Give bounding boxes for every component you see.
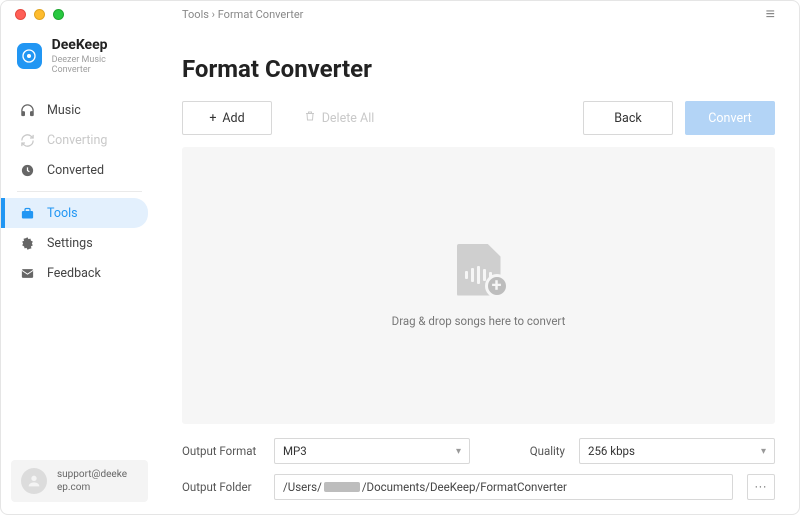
plus-icon: + [209, 111, 216, 126]
app-name: DeeKeep [52, 37, 142, 53]
back-button[interactable]: Back [583, 101, 673, 135]
drop-zone[interactable]: + Drag & drop songs here to convert [182, 147, 775, 424]
primary-nav: Music Converting Converted Tools Se [1, 89, 158, 294]
output-folder-label: Output Folder [182, 480, 260, 494]
output-settings: Output Format MP3 ▾ Quality 256 kbps ▾ O… [182, 438, 775, 500]
content: DeeKeep Deezer Music Converter Music Con… [1, 27, 799, 514]
gear-icon [19, 235, 35, 251]
support-email: support@deeke ep.com [57, 468, 127, 494]
envelope-icon [19, 265, 35, 281]
chevron-down-icon: ▾ [456, 446, 461, 457]
traffic-lights [15, 9, 64, 20]
add-button[interactable]: + Add [182, 101, 272, 135]
drop-zone-hint: Drag & drop songs here to convert [392, 314, 566, 328]
app-subtitle: Deezer Music Converter [52, 55, 142, 75]
logo: DeeKeep Deezer Music Converter [1, 37, 158, 89]
chevron-down-icon: ▾ [761, 446, 766, 457]
sidebar-item-settings[interactable]: Settings [1, 228, 158, 258]
user-icon [21, 468, 47, 494]
sidebar-item-label: Settings [47, 236, 93, 251]
sidebar-item-tools[interactable]: Tools [1, 198, 148, 228]
sidebar-item-converted[interactable]: Converted [1, 155, 158, 185]
support-tile[interactable]: support@deeke ep.com [11, 460, 148, 502]
refresh-icon [19, 132, 35, 148]
redacted-text [324, 482, 360, 492]
toolbar: + Add Delete All Back Convert [182, 101, 775, 135]
sidebar-item-label: Converting [47, 133, 107, 148]
output-folder-input[interactable]: /Users//Documents/DeeKeep/FormatConverte… [274, 474, 733, 500]
quality-label: Quality [521, 444, 565, 458]
main: Tools › Format Converter ≡ Format Conver… [158, 27, 799, 514]
breadcrumb: Tools › Format Converter [182, 8, 303, 21]
fullscreen-window-button[interactable] [53, 9, 64, 20]
browse-folder-button[interactable]: ··· [747, 474, 775, 500]
page-title: Format Converter [182, 55, 775, 83]
sidebar-item-label: Converted [47, 163, 104, 178]
breadcrumb-parent[interactable]: Tools [182, 8, 209, 21]
trash-icon [304, 110, 316, 126]
sidebar-item-label: Tools [47, 206, 78, 221]
sidebar-item-music[interactable]: Music [1, 95, 158, 125]
quality-select[interactable]: 256 kbps ▾ [579, 438, 775, 464]
sidebar-item-feedback[interactable]: Feedback [1, 258, 158, 288]
breadcrumb-current: Format Converter [218, 8, 304, 21]
file-add-icon: + [449, 244, 509, 298]
convert-button: Convert [685, 101, 775, 135]
menu-icon[interactable]: ≡ [766, 4, 775, 24]
close-window-button[interactable] [15, 9, 26, 20]
toolbox-icon [19, 205, 35, 221]
output-format-select[interactable]: MP3 ▾ [274, 438, 470, 464]
output-format-label: Output Format [182, 444, 260, 458]
headphones-icon [19, 102, 35, 118]
minimize-window-button[interactable] [34, 9, 45, 20]
clock-icon [19, 162, 35, 178]
sidebar-item-label: Music [47, 103, 81, 118]
app-logo-icon [17, 43, 42, 69]
window: DeeKeep Deezer Music Converter Music Con… [1, 1, 799, 514]
sidebar: DeeKeep Deezer Music Converter Music Con… [1, 27, 158, 514]
sidebar-item-converting: Converting [1, 125, 158, 155]
delete-all-button: Delete All [284, 101, 394, 135]
sidebar-item-label: Feedback [47, 266, 101, 281]
nav-separator [17, 191, 142, 192]
